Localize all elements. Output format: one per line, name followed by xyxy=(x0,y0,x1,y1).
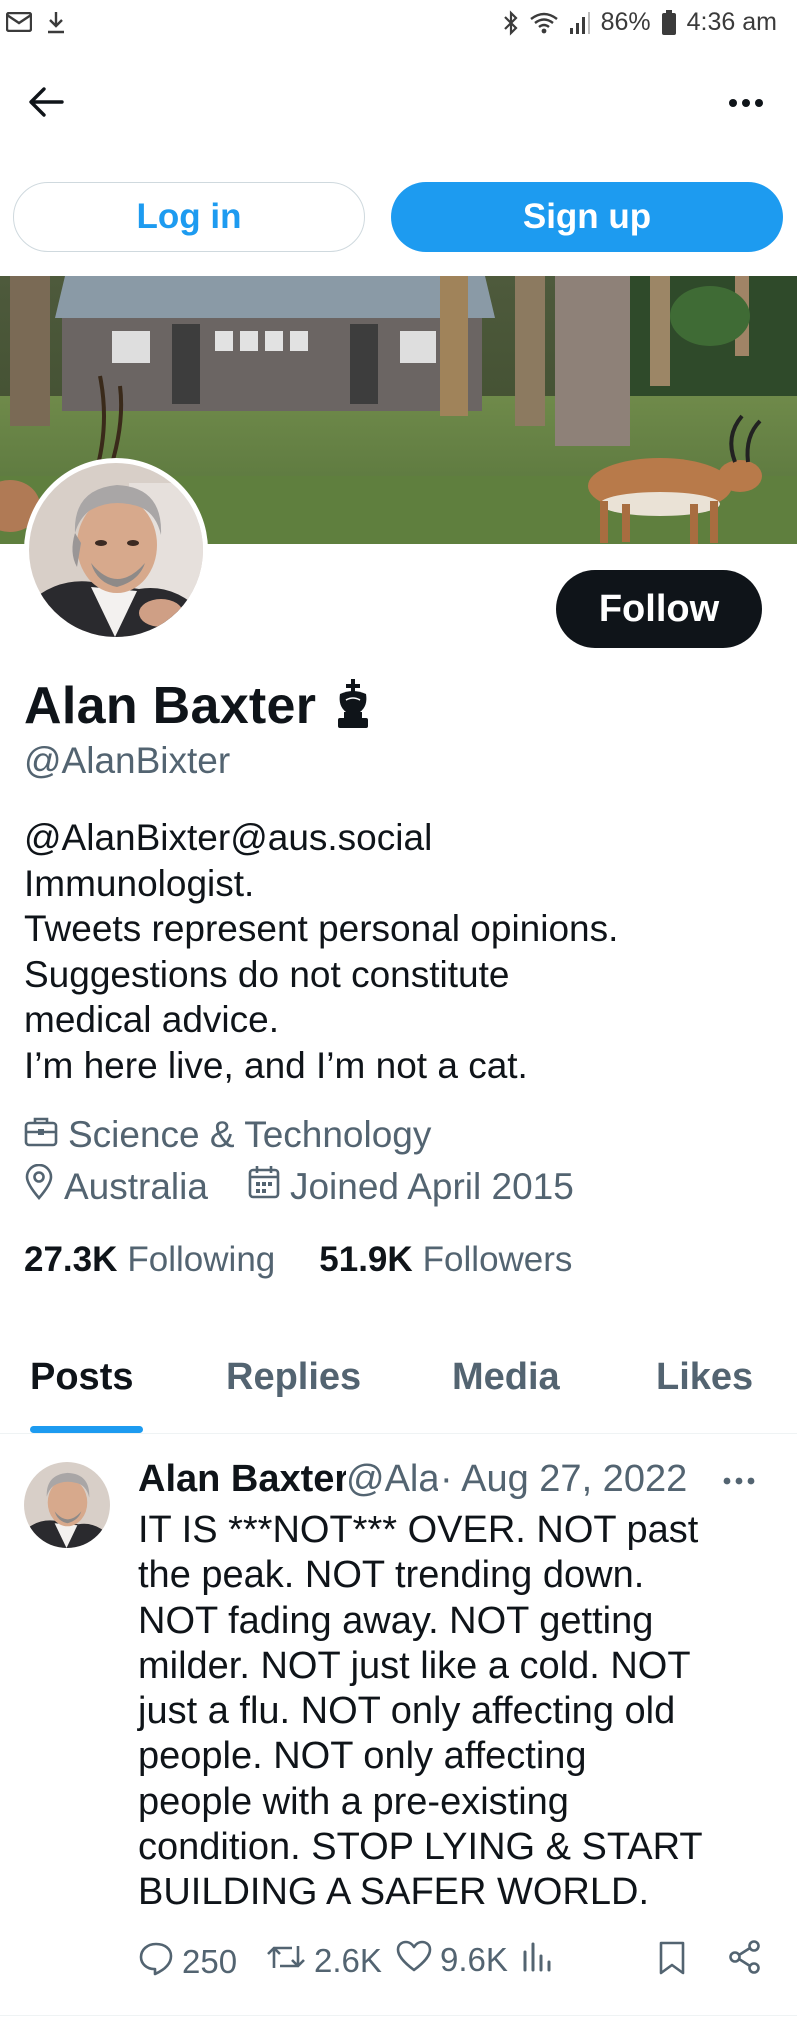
briefcase-icon xyxy=(24,1114,58,1156)
post-header: Alan Baxter @AlanBixter · Aug 27, 2022 xyxy=(138,1458,758,1508)
tab-likes[interactable]: Likes xyxy=(656,1356,753,1399)
signup-button[interactable]: Sign up xyxy=(391,182,783,252)
post-author-name[interactable]: Alan Baxter xyxy=(138,1458,346,1501)
post-text-line: just a flu. NOT only affecting old xyxy=(138,1690,676,1733)
following-count[interactable]: 27.3K xyxy=(24,1240,117,1280)
profile-category: Science & Technology xyxy=(24,1114,431,1156)
arrow-left-icon xyxy=(28,86,64,123)
post-author-avatar[interactable] xyxy=(24,1462,110,1548)
post-text-line: IT IS ***NOT*** OVER. NOT past xyxy=(138,1509,699,1551)
bar-chart-icon xyxy=(522,1940,552,1980)
follow-stats: 27.3K Following 51.9K Followers xyxy=(24,1240,572,1280)
profile-meta: Australia Joined April 2015 xyxy=(24,1163,574,1209)
like-count: 9.6K xyxy=(440,1941,508,1978)
post-text-line: condition. STOP LYING & START xyxy=(138,1826,703,1869)
status-bar: 86% 4:36 am xyxy=(0,0,797,52)
heart-icon xyxy=(396,1940,432,1980)
post-text-line: milder. NOT just like a cold. NOT xyxy=(138,1644,691,1687)
repost-icon xyxy=(266,1940,306,1982)
clock: 4:36 am xyxy=(686,8,777,36)
tab-media[interactable]: Media xyxy=(452,1356,560,1399)
followers-link[interactable]: Followers xyxy=(423,1240,573,1280)
post-card[interactable]: Alan Baxter @AlanBixter · Aug 27, 2022 I… xyxy=(0,1436,797,2016)
profile-bio: @AlanBixter@aus.social Immunologist. Twe… xyxy=(24,815,784,1088)
tab-replies[interactable]: Replies xyxy=(226,1356,361,1399)
post-text-line: the peak. NOT trending down. xyxy=(138,1554,645,1597)
post-date[interactable]: · Aug 27, 2022 xyxy=(440,1458,687,1501)
post-separator: · xyxy=(440,1458,453,1500)
views-button[interactable] xyxy=(522,1940,552,1980)
like-button[interactable]: 9.6K xyxy=(396,1940,508,1980)
share-icon xyxy=(728,1940,762,1982)
back-button[interactable] xyxy=(26,84,66,124)
location-label: Australia xyxy=(64,1165,208,1207)
calendar-icon xyxy=(248,1165,280,1208)
repost-button[interactable]: 2.6K xyxy=(266,1940,382,1982)
category-label: Science & Technology xyxy=(68,1114,432,1155)
profile-handle: @AlanBixter xyxy=(24,740,231,781)
post-actions: 250 2.6K 9.6K xyxy=(138,1940,763,1990)
active-tab-indicator xyxy=(30,1426,143,1433)
login-button[interactable]: Log in xyxy=(13,182,365,252)
bookmark-button[interactable] xyxy=(658,1940,686,1984)
profile-tabs: Posts Replies Media Likes xyxy=(0,1338,797,1434)
follow-button[interactable]: Follow xyxy=(556,570,762,648)
ellipsis-icon xyxy=(723,1472,755,1490)
post-date-text: Aug 27, 2022 xyxy=(461,1458,688,1500)
share-button[interactable] xyxy=(728,1940,762,1982)
post-author-handle[interactable]: @AlanBixter xyxy=(346,1458,438,1501)
signal-icon xyxy=(569,11,591,35)
location-pin-icon xyxy=(24,1163,54,1209)
followers-count[interactable]: 51.9K xyxy=(319,1240,412,1280)
bio-line: medical advice. xyxy=(24,999,280,1040)
post-text-line: NOT fading away. NOT getting xyxy=(138,1599,654,1642)
joined-label: Joined April 2015 xyxy=(289,1165,574,1207)
profile-name: Alan Baxter xyxy=(24,677,317,735)
post-more-button[interactable] xyxy=(719,1466,759,1496)
profile-name-row: Alan Baxter xyxy=(24,676,374,736)
bio-line: Suggestions do not constitute xyxy=(24,953,510,995)
bio-line: I’m here live, and I’m not a cat. xyxy=(24,1044,528,1086)
post-text-line: BUILDING A SAFER WORLD. xyxy=(138,1871,649,1914)
auth-bar: Log in Sign up xyxy=(13,182,783,252)
tab-posts[interactable]: Posts xyxy=(30,1356,133,1399)
post-text: IT IS ***NOT*** OVER. NOT past the peak.… xyxy=(138,1508,778,1916)
download-icon xyxy=(46,10,66,34)
bio-line: @AlanBixter@aus.social xyxy=(24,817,433,858)
profile-avatar[interactable] xyxy=(24,458,208,642)
chess-king-icon xyxy=(332,678,374,735)
reply-count: 250 xyxy=(182,1943,238,1980)
ellipsis-icon xyxy=(728,95,764,113)
repost-count: 2.6K xyxy=(314,1942,382,1979)
bio-line: Immunologist. xyxy=(24,862,255,904)
mail-icon xyxy=(6,12,32,32)
wifi-icon xyxy=(529,11,559,35)
bookmark-icon xyxy=(658,1940,686,1984)
post-text-line: people with a pre-existing xyxy=(138,1780,569,1823)
bluetooth-icon xyxy=(503,9,519,36)
avatar-image xyxy=(29,463,203,637)
more-options-button[interactable] xyxy=(721,84,771,124)
reply-icon xyxy=(138,1940,174,1984)
reply-button[interactable]: 250 xyxy=(138,1940,237,1984)
following-link[interactable]: Following xyxy=(127,1240,275,1280)
post-text-line: people. NOT only affecting xyxy=(138,1735,587,1778)
bio-line: Tweets represent personal opinions. xyxy=(24,908,619,949)
battery-percent: 86% xyxy=(600,8,651,36)
battery-icon xyxy=(661,9,677,36)
